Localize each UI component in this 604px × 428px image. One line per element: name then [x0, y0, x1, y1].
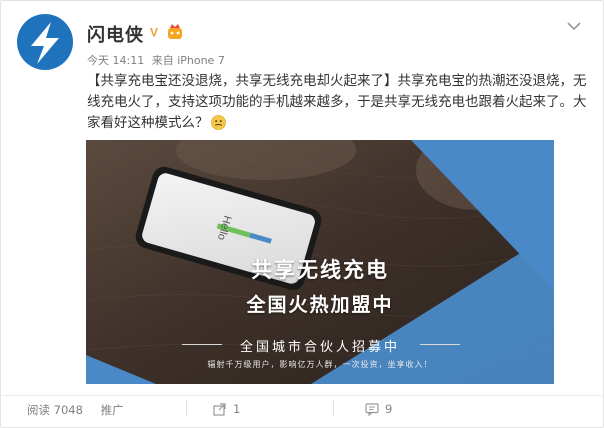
repost-icon	[213, 402, 226, 416]
footer-separator	[333, 401, 334, 415]
verified-badge-icon: V	[147, 25, 161, 39]
post-meta: 今天 14:11 来自 iPhone 7	[87, 52, 229, 68]
chevron-down-icon[interactable]	[567, 21, 581, 31]
ad-image[interactable]: Hello 共享无线充电 全国火热加盟中 全国城市合伙人招募中 辐射千万级用户，…	[86, 140, 554, 384]
ad-headline-primary: 共享无线充电	[251, 258, 389, 282]
avatar[interactable]	[17, 14, 73, 70]
comment-icon	[365, 402, 379, 416]
ad-recruit-text: 全国城市合伙人招募中	[239, 340, 400, 355]
footer-stats: 阅读 7048 推广	[27, 402, 124, 418]
thinking-face-icon	[210, 115, 226, 130]
read-count: 阅读 7048	[27, 403, 83, 417]
comment-count: 9	[385, 402, 393, 416]
footer-divider	[2, 395, 602, 396]
member-crown-icon[interactable]	[166, 24, 184, 40]
post-body: 【共享充电宝还没退烧，共享无线充电却火起来了】共享充电宝的热潮还没退烧，无线充电…	[87, 73, 587, 131]
verified-badge-glyph: V	[150, 26, 158, 40]
post-text: 【共享充电宝还没退烧，共享无线充电却火起来了】共享充电宝的热潮还没退烧，无线充电…	[87, 71, 587, 134]
ad-headline-secondary: 全国火热加盟中	[246, 294, 394, 316]
comment-button[interactable]: 9	[365, 402, 392, 416]
lightning-bolt-icon	[31, 22, 59, 64]
repost-count: 1	[233, 402, 241, 416]
promote-link[interactable]: 推广	[101, 403, 124, 417]
ad-subtext: 辐射千万级用户，影响亿万人群，一次投资，坐享收入！	[207, 360, 433, 369]
post-time[interactable]: 今天 14:11	[87, 54, 144, 67]
account-name[interactable]: 闪电侠	[87, 21, 144, 47]
weibo-post-card: 闪电侠 V 今天 14:11 来自 iPhone 7 【共享充电宝还没退烧，共享…	[0, 0, 604, 428]
repost-button[interactable]: 1	[213, 402, 240, 416]
footer-separator	[186, 401, 187, 415]
post-source[interactable]: 来自 iPhone 7	[152, 54, 225, 67]
